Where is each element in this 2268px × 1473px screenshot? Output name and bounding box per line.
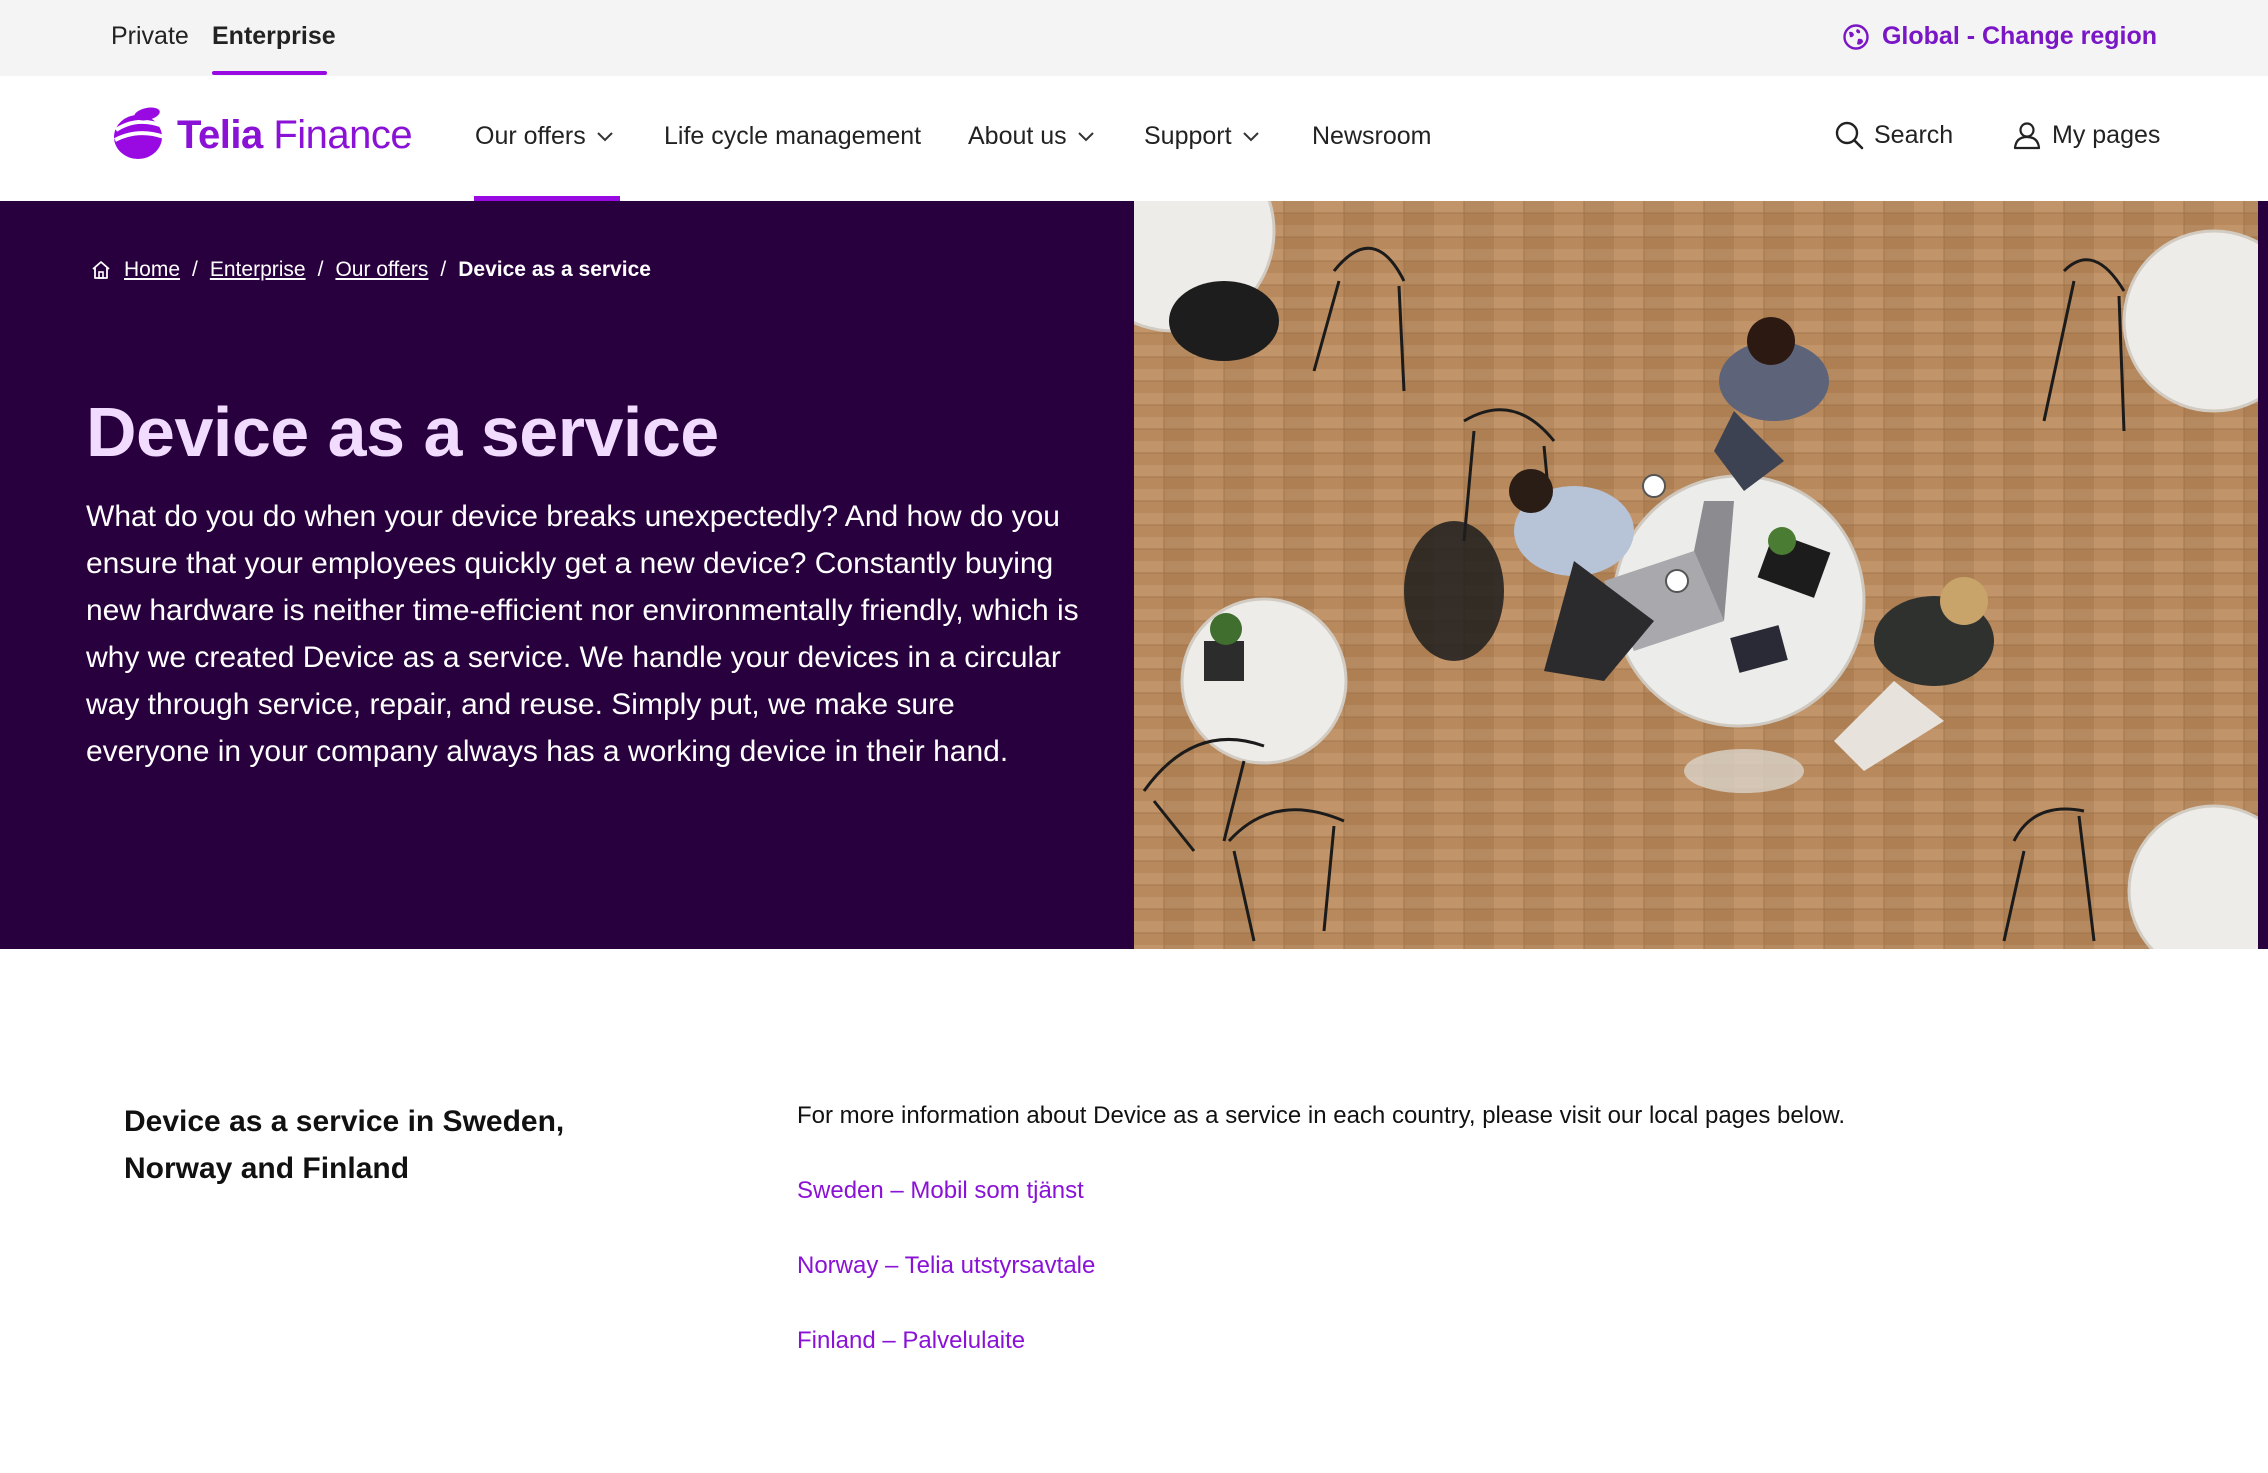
nav-life-cycle-label: Life cycle management bbox=[664, 122, 922, 150]
main-navigation: Telia Finance Our offers Life cycle mana… bbox=[0, 76, 2268, 201]
segment-active-indicator bbox=[212, 71, 327, 75]
my-pages-label: My pages bbox=[2052, 120, 2161, 149]
section-intro: For more information about Device as a s… bbox=[797, 1102, 1846, 1129]
hero-description: What do you do when your device breaks u… bbox=[86, 500, 1079, 768]
nav-newsroom-label: Newsroom bbox=[1312, 122, 1432, 150]
telia-finance-logo[interactable]: Telia Finance bbox=[111, 106, 413, 164]
my-pages-button[interactable]: My pages bbox=[2012, 120, 2160, 150]
search-label: Search bbox=[1874, 120, 1954, 149]
breadcrumb-enterprise[interactable]: Enterprise bbox=[210, 258, 306, 282]
nav-about-us[interactable]: About us bbox=[968, 122, 1095, 151]
search-button[interactable]: Search bbox=[1834, 120, 1953, 150]
nav-support[interactable]: Support bbox=[1144, 122, 1260, 151]
breadcrumb-separator: / bbox=[317, 258, 324, 281]
link-norway[interactable]: Norway – Telia utstyrsavtale bbox=[797, 1252, 1095, 1280]
logo-text: Telia Finance bbox=[177, 112, 413, 157]
section-heading: Device as a service in Sweden, Norway an… bbox=[124, 1105, 565, 1185]
top-utility-bar: Private Enterprise Global - Change regio… bbox=[0, 0, 2268, 76]
user-icon bbox=[2013, 122, 2041, 150]
hero-photo bbox=[1134, 201, 2258, 949]
change-region-label: Global - Change region bbox=[1881, 22, 2157, 50]
globe-icon bbox=[1843, 23, 1869, 50]
breadcrumb-our-offers[interactable]: Our offers bbox=[335, 258, 428, 282]
chevron-down-icon bbox=[596, 131, 613, 141]
nav-newsroom[interactable]: Newsroom bbox=[1312, 122, 1431, 151]
breadcrumb-home[interactable]: Home bbox=[124, 258, 180, 282]
telia-pebble-icon bbox=[114, 107, 165, 159]
breadcrumb-current: Device as a service bbox=[458, 258, 651, 281]
hero-edge-strip bbox=[2258, 201, 2268, 949]
nav-support-label: Support bbox=[1144, 122, 1232, 150]
segment-private[interactable]: Private bbox=[111, 22, 189, 51]
breadcrumb-separator: / bbox=[440, 258, 447, 281]
chevron-down-icon bbox=[1242, 131, 1259, 141]
breadcrumb-separator: / bbox=[192, 258, 198, 281]
change-region-link[interactable]: Global - Change region bbox=[1842, 22, 2157, 51]
nav-our-offers-label: Our offers bbox=[475, 122, 586, 150]
nav-our-offers[interactable]: Our offers bbox=[475, 122, 614, 151]
office-meeting-illustration bbox=[1134, 201, 2258, 949]
nav-about-us-label: About us bbox=[968, 122, 1067, 150]
chevron-down-icon bbox=[1077, 131, 1094, 141]
segment-enterprise[interactable]: Enterprise bbox=[212, 22, 336, 51]
breadcrumb: Home / Enterprise / Our offers / Device … bbox=[90, 258, 651, 282]
link-finland[interactable]: Finland – Palvelulaite bbox=[797, 1327, 1025, 1355]
link-sweden[interactable]: Sweden – Mobil som tjänst bbox=[797, 1177, 1084, 1205]
nav-life-cycle-management[interactable]: Life cycle management bbox=[664, 122, 921, 151]
page-title: Device as a service bbox=[86, 393, 719, 471]
home-icon bbox=[92, 261, 110, 279]
search-icon bbox=[1835, 121, 1864, 150]
